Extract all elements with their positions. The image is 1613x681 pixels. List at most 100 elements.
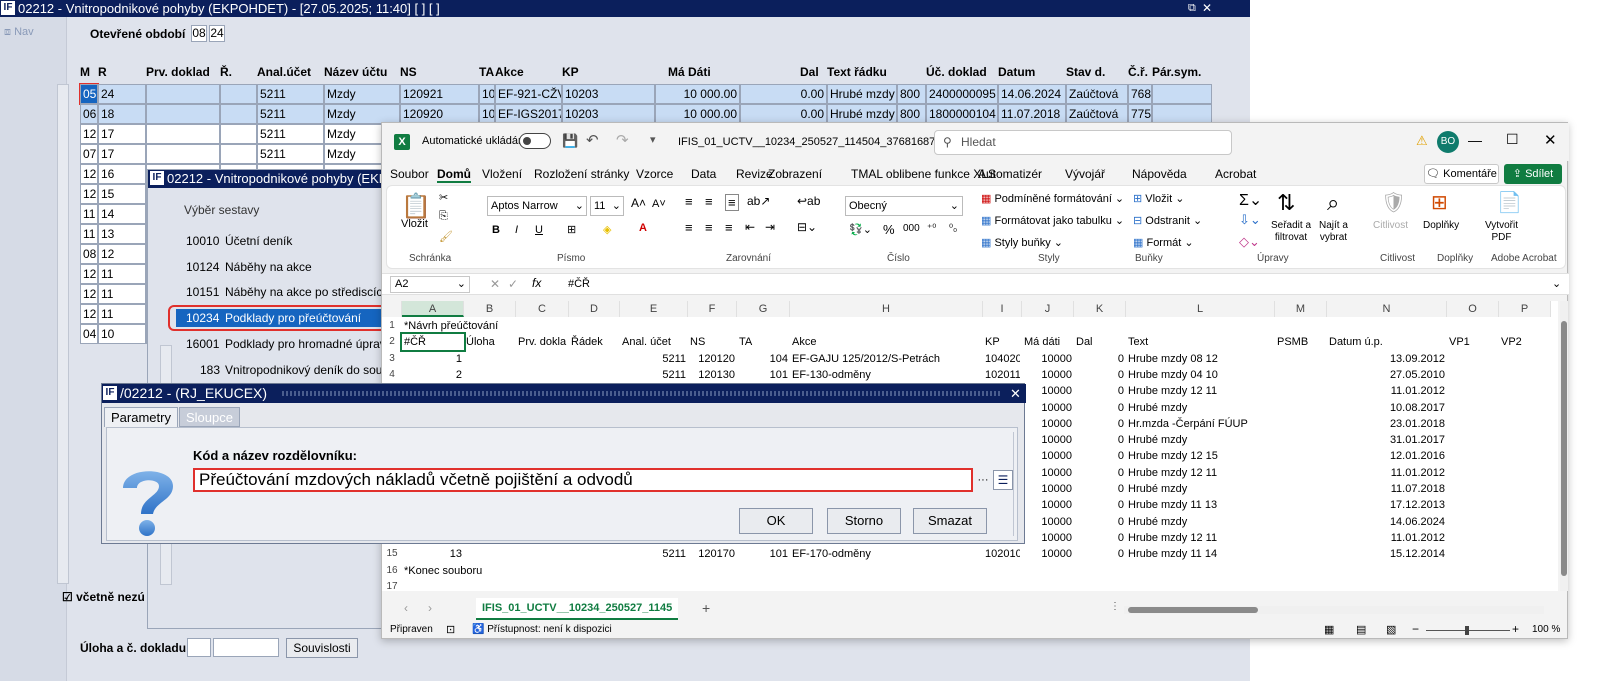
sheet-cell[interactable]: *Návrh přeúčtování (404, 318, 704, 334)
column-header-uc-doklad[interactable]: Úč. doklad (926, 65, 987, 79)
table-cell[interactable]: 10 (98, 324, 146, 344)
format-as-table-button[interactable]: ▦ Formátovat jako tabulku ⌄ (981, 214, 1124, 227)
column-header-anal-ucet[interactable]: Anal.účet (257, 65, 311, 79)
prev-sheet-icon[interactable]: ‹ (404, 601, 408, 615)
table-cell[interactable]: 13 (98, 224, 146, 244)
sheet-cell[interactable]: NS (690, 334, 735, 350)
normal-view-icon[interactable]: ▦ (1324, 623, 1334, 636)
list-picker-icon[interactable]: ☰ (993, 470, 1013, 490)
sheet-cell[interactable]: Dal (1076, 334, 1124, 350)
sheet-cell[interactable]: 0 (1076, 367, 1124, 383)
insert-cells-button[interactable]: ⊞ Vložit ⌄ (1133, 192, 1184, 205)
share-button[interactable]: ⇪ Sdílet (1504, 164, 1562, 184)
ribbon-tab[interactable]: Data (691, 167, 716, 181)
zoom-slider[interactable] (1426, 626, 1510, 635)
ribbon-tab[interactable]: Rozložení stránky (534, 167, 629, 181)
sheet-cell[interactable]: 101 (739, 546, 788, 562)
table-cell[interactable]: 0.00 (740, 104, 827, 124)
sheet-cell[interactable]: Hrube mzdy 08 12 (1128, 351, 1273, 367)
table-cell[interactable]: 5211 (257, 144, 324, 164)
underline-icon[interactable]: U (535, 224, 543, 236)
table-cell[interactable]: 11.07.2018 (998, 104, 1066, 124)
table-cell[interactable]: 08 (80, 244, 98, 264)
maximize-icon[interactable]: ☐ (1506, 131, 1519, 148)
row-number[interactable]: 2 (382, 334, 402, 350)
percent-icon[interactable]: % (883, 222, 895, 237)
delete-cells-button[interactable]: ⊟ Odstranit ⌄ (1133, 214, 1202, 227)
table-row[interactable]: 0524 5211Mzdy120921101EF-921-CŽV1020310 0… (79, 83, 1245, 105)
table-cell[interactable]: 14 (98, 204, 146, 224)
column-letter[interactable]: M (1275, 301, 1327, 317)
sheet-cell[interactable]: 11.01.2012 (1329, 530, 1445, 546)
sheet-cell[interactable]: 10000 (1024, 383, 1072, 399)
table-cell[interactable]: 775 (1128, 104, 1152, 124)
sheet-cell[interactable]: Řádek (571, 334, 618, 350)
sheet-cell[interactable]: 0 (1076, 432, 1124, 448)
sheet-cell[interactable]: 10000 (1024, 514, 1072, 530)
align-bottom-icon[interactable]: ≡ (725, 194, 739, 211)
thousands-icon[interactable]: 000 (903, 223, 920, 234)
column-letter[interactable]: D (569, 301, 620, 317)
indent-increase-icon[interactable]: ⇥ (765, 220, 775, 234)
copy-icon[interactable]: ⎘ (439, 210, 448, 223)
table-cell[interactable]: Mzdy (324, 84, 400, 104)
minimize-icon[interactable]: — (1468, 132, 1482, 148)
column-header-r[interactable]: R (98, 65, 107, 79)
sheet-cell[interactable]: VP1 (1449, 334, 1497, 350)
sheet-cell[interactable]: 0 (1076, 448, 1124, 464)
dialog-close-icon[interactable]: ✕ (1010, 384, 1021, 403)
column-header-r2[interactable]: Ř. (220, 65, 232, 79)
sort-filter-button[interactable]: Seřadit a filtrovat (1271, 220, 1311, 244)
font-color-icon[interactable]: A (639, 222, 647, 234)
sheet-cell[interactable]: Hrubé mzdy (1128, 432, 1273, 448)
sheet-cell[interactable]: Hrubé mzdy (1128, 400, 1273, 416)
sheet-cell[interactable]: Hrubé mzdy (1128, 514, 1273, 530)
sheet-cell[interactable]: 17.12.2013 (1329, 497, 1445, 513)
table-cell[interactable]: 12 (80, 284, 98, 304)
table-cell[interactable] (1152, 104, 1212, 124)
addins-icon[interactable]: ⊞ (1431, 190, 1448, 215)
table-cell[interactable]: 12 (80, 184, 98, 204)
table-cell[interactable]: 11 (80, 204, 98, 224)
include-checkbox[interactable]: ☑ včetně nezú (62, 590, 145, 604)
grow-font-icon[interactable]: A˄ (631, 196, 646, 210)
fill-icon[interactable]: ⇩⌄ (1239, 212, 1261, 228)
vertical-scrollbar[interactable] (1560, 301, 1568, 591)
autosum-icon[interactable]: Σ⌄ (1239, 190, 1262, 210)
cell-styles-button[interactable]: ▦ Styly buňky ⌄ (981, 236, 1063, 249)
addins-button[interactable]: Doplňky (1423, 220, 1459, 231)
column-header-kp[interactable]: KP (562, 65, 579, 79)
table-cell[interactable]: 05 (79, 83, 99, 105)
confirm-entry-icon[interactable]: ✓ (508, 277, 518, 291)
sheet-cell[interactable]: Úloha (466, 334, 514, 350)
document-field[interactable] (213, 638, 279, 657)
align-left-icon[interactable]: ≡ (685, 220, 693, 235)
select-all-corner[interactable] (382, 301, 402, 317)
table-cell[interactable]: 120921 (400, 84, 479, 104)
table-cell[interactable]: 14.06.2024 (998, 84, 1066, 104)
comments-button[interactable]: 🗨 Komentáře (1424, 164, 1499, 184)
zoom-in-icon[interactable]: + (1512, 622, 1519, 636)
table-cell[interactable]: 11 (98, 284, 146, 304)
sheet-cell[interactable]: Text (1128, 334, 1273, 350)
sheet-cell[interactable]: 13.09.2012 (1329, 351, 1445, 367)
function-icon[interactable]: fx (532, 276, 541, 290)
bold-icon[interactable]: B (492, 224, 500, 236)
formula-input[interactable]: #ČŘ (568, 278, 590, 290)
storno-button[interactable]: Storno (827, 508, 901, 534)
font-size-select[interactable]: 11 ⌄ (590, 196, 624, 216)
sheet-cell[interactable]: TA (739, 334, 788, 350)
conditional-format-button[interactable]: ▦ Podmíněné formátování ⌄ (981, 192, 1124, 205)
table-cell[interactable]: 5211 (257, 84, 324, 104)
column-letter[interactable]: O (1447, 301, 1499, 317)
ribbon-tab[interactable]: Vývojář (1065, 167, 1105, 181)
column-header-ns[interactable]: NS (400, 65, 417, 79)
dialog-scrollbar[interactable] (1013, 432, 1021, 536)
sheet-cell[interactable]: PSMB (1277, 334, 1325, 350)
ribbon-tab[interactable]: Zobrazení (768, 167, 822, 181)
table-row[interactable]: 0618 5211Mzdy120920103EF-IGS2017-1020310 … (80, 104, 1245, 124)
table-cell[interactable]: 2400000095 (926, 84, 998, 104)
sheet-cell[interactable]: #ČŘ (400, 332, 466, 353)
table-cell[interactable]: 5211 (257, 104, 324, 124)
table-cell[interactable]: 10 000.00 (655, 84, 740, 104)
